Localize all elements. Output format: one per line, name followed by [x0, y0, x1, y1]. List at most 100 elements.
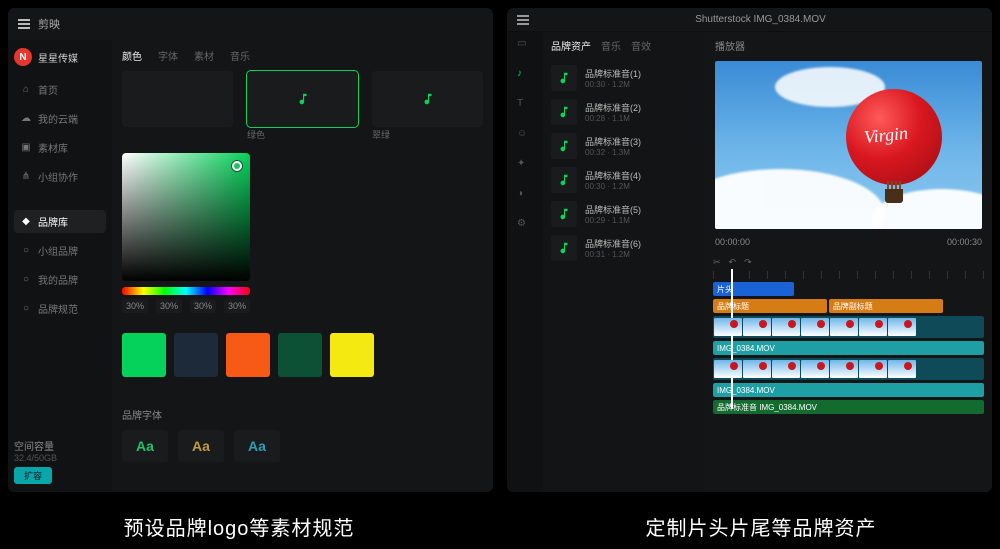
asset-row[interactable]: 品牌标准音(4)00:30 · 1.2M	[551, 163, 697, 197]
asset-tab[interactable]: 品牌资产	[551, 38, 591, 53]
track-video-2[interactable]	[713, 358, 984, 380]
timeline-controls: ✂ ↶ ↷	[713, 257, 984, 268]
sidebar-item-cloud[interactable]: ☁我的云端	[14, 107, 106, 130]
tab-color[interactable]: 颜色	[122, 48, 142, 63]
tab-asset[interactable]: 素材	[194, 48, 214, 63]
tab-music[interactable]: 音乐	[230, 48, 250, 63]
playhead[interactable]	[731, 269, 733, 409]
asset-thumb	[551, 133, 577, 159]
track-intro[interactable]: 片头	[713, 282, 984, 296]
asset-name: 品牌标准音(1)	[585, 67, 697, 80]
clip[interactable]: 品牌标准音 IMG_0384.MOV	[713, 400, 984, 414]
audio-icon[interactable]: ♪	[517, 68, 533, 84]
track-audio[interactable]: 品牌标准音 IMG_0384.MOV	[713, 400, 984, 414]
clip[interactable]	[713, 316, 984, 338]
track-title[interactable]: 品牌标题 品牌副标题	[713, 299, 984, 313]
folder-icon: ▣	[20, 142, 32, 154]
color-thumb[interactable]	[122, 71, 233, 127]
percent-input[interactable]: 30%	[156, 299, 182, 313]
asset-name: 品牌标准音(5)	[585, 203, 697, 216]
video-preview[interactable]: Virgin	[715, 61, 982, 229]
redo-icon[interactable]: ↷	[744, 257, 752, 268]
timeline-ruler[interactable]	[713, 271, 984, 279]
asset-text: 品牌标准音(4)00:30 · 1.2M	[585, 169, 697, 191]
sidebar-sub-3[interactable]: ○品牌规范	[14, 297, 106, 320]
menu-icon[interactable]	[18, 19, 30, 29]
note-icon	[557, 71, 571, 85]
window-header: 剪映	[8, 8, 493, 40]
track-video-1-label: IMG_0384.MOV	[713, 341, 984, 355]
clip[interactable]	[713, 358, 984, 380]
sidebar-item-team[interactable]: ⋔小组协作	[14, 165, 106, 188]
note-icon	[557, 105, 571, 119]
storage-section: 空间容量 32.4/50GB 扩容	[14, 438, 106, 484]
asset-thumb	[551, 65, 577, 91]
swatch[interactable]	[226, 333, 270, 377]
asset-row[interactable]: 品牌标准音(2)00:28 · 1.1M	[551, 95, 697, 129]
undo-icon[interactable]: ↶	[729, 257, 737, 268]
media-icon[interactable]: ▭	[517, 38, 533, 54]
upgrade-chip[interactable]: 扩容	[14, 467, 52, 484]
adjust-icon[interactable]: ⚙	[517, 218, 533, 234]
text-icon[interactable]: T	[517, 98, 533, 114]
color-thumb[interactable]: 绿色	[247, 71, 358, 127]
color-thumbs: 绿色 翠绿	[122, 71, 483, 127]
font-chip[interactable]: Aa	[178, 430, 224, 462]
share-icon: ⋔	[20, 171, 32, 183]
preview-time: 00:00:00 00:00:30	[705, 233, 992, 251]
balloon-logo: Virgin	[863, 123, 909, 148]
sidebar-item-assets[interactable]: ▣素材库	[14, 136, 106, 159]
sidebar-item-brand[interactable]: ◆品牌库	[14, 210, 106, 233]
tab-font[interactable]: 字体	[158, 48, 178, 63]
clip[interactable]: 品牌副标题	[829, 299, 943, 313]
caption-right: 定制片头片尾等品牌资产	[530, 512, 992, 541]
asset-row[interactable]: 品牌标准音(1)00:30 · 1.2M	[551, 61, 697, 95]
sidebar-sub-2[interactable]: ○我的品牌	[14, 268, 106, 291]
asset-list: 品牌标准音(1)00:30 · 1.2M 品牌标准音(2)00:28 · 1.1M…	[551, 61, 697, 265]
swatch[interactable]	[330, 333, 374, 377]
asset-text: 品牌标准音(1)00:30 · 1.2M	[585, 67, 697, 89]
sidebar-item-home[interactable]: ⌂首页	[14, 78, 106, 101]
asset-row[interactable]: 品牌标准音(6)00:31 · 1.2M	[551, 231, 697, 265]
font-chip[interactable]: Aa	[234, 430, 280, 462]
swatch[interactable]	[174, 333, 218, 377]
asset-row[interactable]: 品牌标准音(3)00:32 · 1.3M	[551, 129, 697, 163]
track-video-1[interactable]	[713, 316, 984, 338]
asset-text: 品牌标准音(2)00:28 · 1.1M	[585, 101, 697, 123]
time-current: 00:00:00	[715, 237, 750, 247]
note-icon	[557, 241, 571, 255]
project-title: Shutterstock IMG_0384.MOV	[539, 14, 982, 25]
asset-tab[interactable]: 音乐	[601, 38, 621, 53]
user-row[interactable]: N 星星传媒	[14, 48, 106, 66]
sidebar-sub-1[interactable]: ○小组品牌	[14, 239, 106, 262]
sticker-icon[interactable]: ☺	[517, 128, 533, 144]
fx-icon[interactable]: ✦	[517, 158, 533, 174]
thumb-label: 绿色	[247, 128, 265, 141]
track-video-2-label: IMG_0384.MOV	[713, 383, 984, 397]
balloon-basket	[885, 189, 903, 203]
picker-handle[interactable]	[232, 161, 242, 171]
font-chip-label: Aa	[192, 438, 210, 454]
asset-thumb	[551, 167, 577, 193]
font-chip-label: Aa	[136, 438, 154, 454]
clip[interactable]: 片头	[713, 282, 794, 296]
swatch[interactable]	[278, 333, 322, 377]
percent-input[interactable]: 30%	[190, 299, 216, 313]
saturation-box[interactable]	[122, 153, 250, 281]
menu-icon[interactable]	[517, 15, 529, 25]
filter-icon[interactable]: ◑	[517, 188, 533, 204]
asset-tab[interactable]: 音效	[631, 38, 651, 53]
asset-name: 品牌标准音(2)	[585, 101, 697, 114]
asset-text: 品牌标准音(5)00:29 · 1.1M	[585, 203, 697, 225]
color-thumb[interactable]: 翠绿	[372, 71, 483, 127]
swatch[interactable]	[122, 333, 166, 377]
cut-icon[interactable]: ✂	[713, 257, 721, 268]
hue-slider[interactable]	[122, 287, 250, 295]
asset-thumb	[551, 201, 577, 227]
percent-input[interactable]: 30%	[224, 299, 250, 313]
left-sidebar: N 星星传媒 ⌂首页 ☁我的云端 ▣素材库 ⋔小组协作 ◆品牌库 ○小组品牌 ○…	[8, 40, 112, 492]
asset-sub: 00:29 · 1.1M	[585, 216, 697, 225]
font-chip[interactable]: Aa	[122, 430, 168, 462]
percent-input[interactable]: 30%	[122, 299, 148, 313]
asset-row[interactable]: 品牌标准音(5)00:29 · 1.1M	[551, 197, 697, 231]
